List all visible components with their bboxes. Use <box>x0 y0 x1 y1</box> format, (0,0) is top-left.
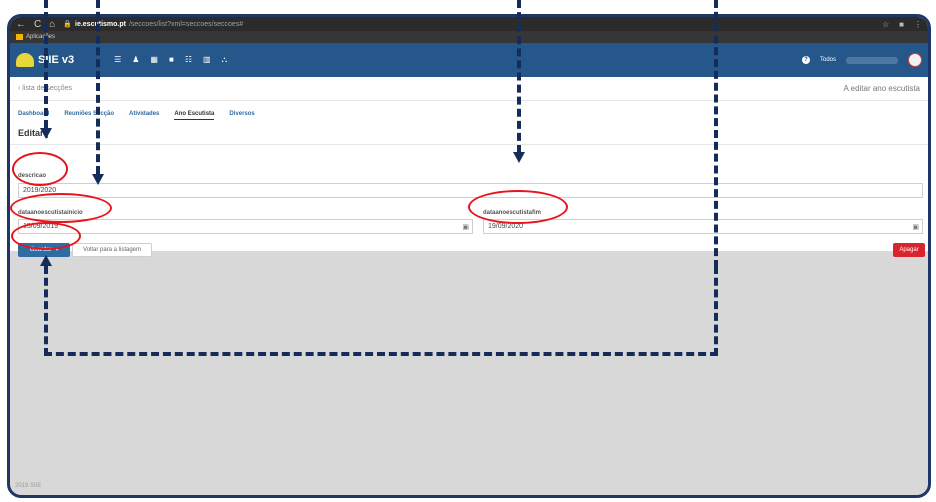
tab-diversos[interactable]: Diversos <box>229 111 254 120</box>
avatar[interactable] <box>908 53 922 67</box>
inicio-input[interactable]: 15/09/2019 ▣ <box>18 219 473 234</box>
page-title: Editar | <box>10 120 928 145</box>
footer: 2019 SIIE <box>15 483 42 489</box>
loop-back-line <box>44 266 718 356</box>
descricao-input[interactable]: 2019/2020 <box>18 183 923 198</box>
browser-toolbar: ← C ⌂ 🔒 ie.escutismo.pt/seccoes/list?xml… <box>10 17 928 31</box>
main-content: ‹ lista de secções A editar ano escutist… <box>10 77 928 257</box>
arrow-line-descricao <box>44 0 48 128</box>
bookmark-apps[interactable]: Aplicações <box>26 34 55 40</box>
arrow-head-descricao <box>40 128 52 139</box>
arrow-head-fim <box>513 152 525 163</box>
back-icon[interactable]: ← <box>16 19 26 30</box>
help-icon[interactable]: ? <box>801 56 810 64</box>
calendar-icon[interactable]: ▣ <box>462 223 469 231</box>
lock-icon: 🔒 <box>63 21 72 28</box>
app-header: SIIE v3 ☰ ♟ ▦ ■ ☷ ▥ ⛬ ? Todos <box>10 43 928 77</box>
app-header-right: ? Todos <box>801 53 922 67</box>
tab-bar: Dashboard Reuniões Secção Atividades Ano… <box>10 101 928 120</box>
highlight-fim <box>468 190 568 224</box>
screenshot-stage: ← C ⌂ 🔒 ie.escutismo.pt/seccoes/list?xml… <box>0 0 936 502</box>
arrow-line-inicio <box>96 0 100 174</box>
table-icon[interactable]: ▥ <box>203 55 211 65</box>
arrow-head-inicio <box>92 174 104 185</box>
tab-ano-escutista[interactable]: Ano Escutista <box>174 111 215 120</box>
menu-icon[interactable]: ⋮ <box>914 20 922 29</box>
app-menu-icons: ☰ ♟ ▦ ■ ☷ ▥ ⛬ <box>114 55 227 65</box>
highlight-inicio <box>10 193 112 223</box>
tab-atividades[interactable]: Atividades <box>129 111 159 120</box>
apps-icon[interactable] <box>16 34 23 40</box>
fim-input[interactable]: 19/09/2020 ▣ <box>483 219 923 234</box>
mode-label: A editar ano escutista <box>843 84 921 93</box>
address-bar[interactable]: 🔒 ie.escutismo.pt/seccoes/list?xml=secco… <box>63 20 244 29</box>
url-path: /seccoes/list?xml=seccoes/seccoes# <box>128 20 244 28</box>
bookmarks-bar: Aplicações <box>10 31 928 43</box>
reload-icon[interactable]: C <box>34 19 41 30</box>
list-icon[interactable]: ☷ <box>185 55 192 65</box>
back-to-list-button[interactable]: Voltar para a listagem <box>72 243 152 257</box>
delete-button[interactable]: Apagar <box>893 243 925 257</box>
grid-icon[interactable]: ▦ <box>150 55 158 65</box>
highlight-descricao <box>12 152 68 186</box>
tab-reunioes[interactable]: Reuniões Secção <box>64 111 114 120</box>
calendar-icon[interactable]: ▣ <box>912 223 919 231</box>
breadcrumb: ‹ lista de secções A editar ano escutist… <box>10 77 928 101</box>
fim-value: 19/09/2020 <box>488 223 524 230</box>
hamburger-icon[interactable]: ☰ <box>114 55 121 65</box>
url-host: ie.escutismo.pt <box>75 20 126 28</box>
extension-icon[interactable]: ■ <box>899 20 904 29</box>
square-icon[interactable]: ■ <box>169 55 174 65</box>
loop-back-vertical <box>714 0 718 268</box>
browser-window: ← C ⌂ 🔒 ie.escutismo.pt/seccoes/list?xml… <box>7 14 931 498</box>
home-icon[interactable]: ⌂ <box>49 19 55 30</box>
user-name[interactable] <box>846 56 898 64</box>
user-icon[interactable]: ♟ <box>132 55 139 65</box>
highlight-save <box>11 222 81 250</box>
scope-selector[interactable]: Todos <box>820 57 836 63</box>
browser-extensions: ☆ ■ ⋮ <box>882 20 922 29</box>
arrow-line-fim <box>517 0 521 153</box>
hierarchy-icon[interactable]: ⛬ <box>222 55 228 65</box>
star-icon[interactable]: ☆ <box>882 20 889 29</box>
logo-icon <box>16 53 34 67</box>
arrow-head-save <box>40 255 52 266</box>
